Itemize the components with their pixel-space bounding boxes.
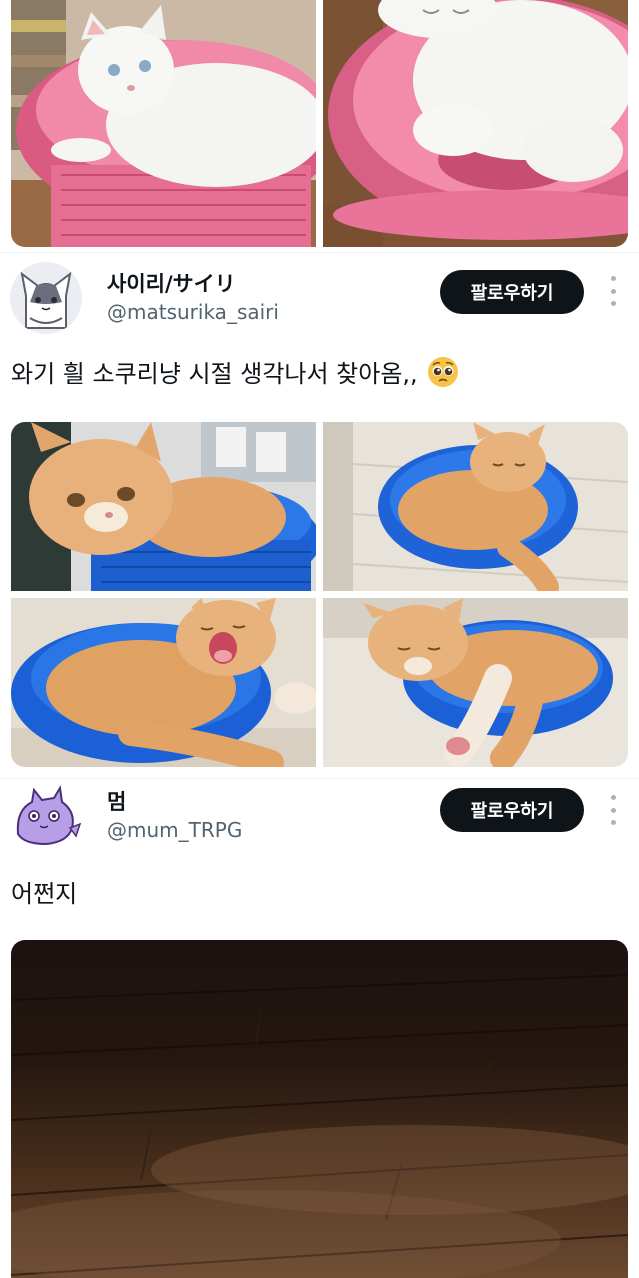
avatar[interactable]: [10, 262, 82, 334]
author-name[interactable]: 사이리/サイリ: [107, 268, 236, 298]
orange-kitten-blue-basket-photo-3[interactable]: [11, 598, 316, 767]
orange-kitten-blue-basket-photo-1[interactable]: [11, 422, 316, 591]
orange-kitten-blue-basket-photo-4[interactable]: [323, 598, 628, 767]
follow-button[interactable]: 팔로우하기: [440, 270, 584, 314]
pleading-face-icon: [428, 357, 459, 387]
author-name[interactable]: 멈: [107, 786, 126, 816]
orange-kitten-blue-basket-photo-2[interactable]: [323, 422, 628, 591]
avatar[interactable]: [10, 784, 82, 856]
white-cat-pink-basket-photo-1[interactable]: [11, 0, 316, 247]
post-text: 와기 흴 소쿠리냥 시절 생각나서 찾아옴,,: [11, 354, 459, 389]
purple-creature-avatar-icon: [10, 784, 82, 856]
more-options-icon[interactable]: [608, 795, 618, 825]
post-text: 어쩐지: [11, 880, 78, 908]
post-text-content: 와기 흴 소쿠리냥 시절 생각나서 찾아옴,,: [11, 360, 418, 388]
post-divider: [0, 252, 639, 253]
cat-avatar-icon: [10, 262, 82, 334]
post-divider: [0, 778, 639, 779]
more-options-icon[interactable]: [608, 276, 618, 306]
author-handle[interactable]: @matsurika_sairi: [107, 300, 279, 324]
follow-button[interactable]: 팔로우하기: [440, 788, 584, 832]
dark-wood-floor-photo[interactable]: [11, 940, 628, 1278]
white-cat-pink-basket-photo-2[interactable]: [323, 0, 628, 247]
author-handle[interactable]: @mum_TRPG: [107, 818, 242, 842]
